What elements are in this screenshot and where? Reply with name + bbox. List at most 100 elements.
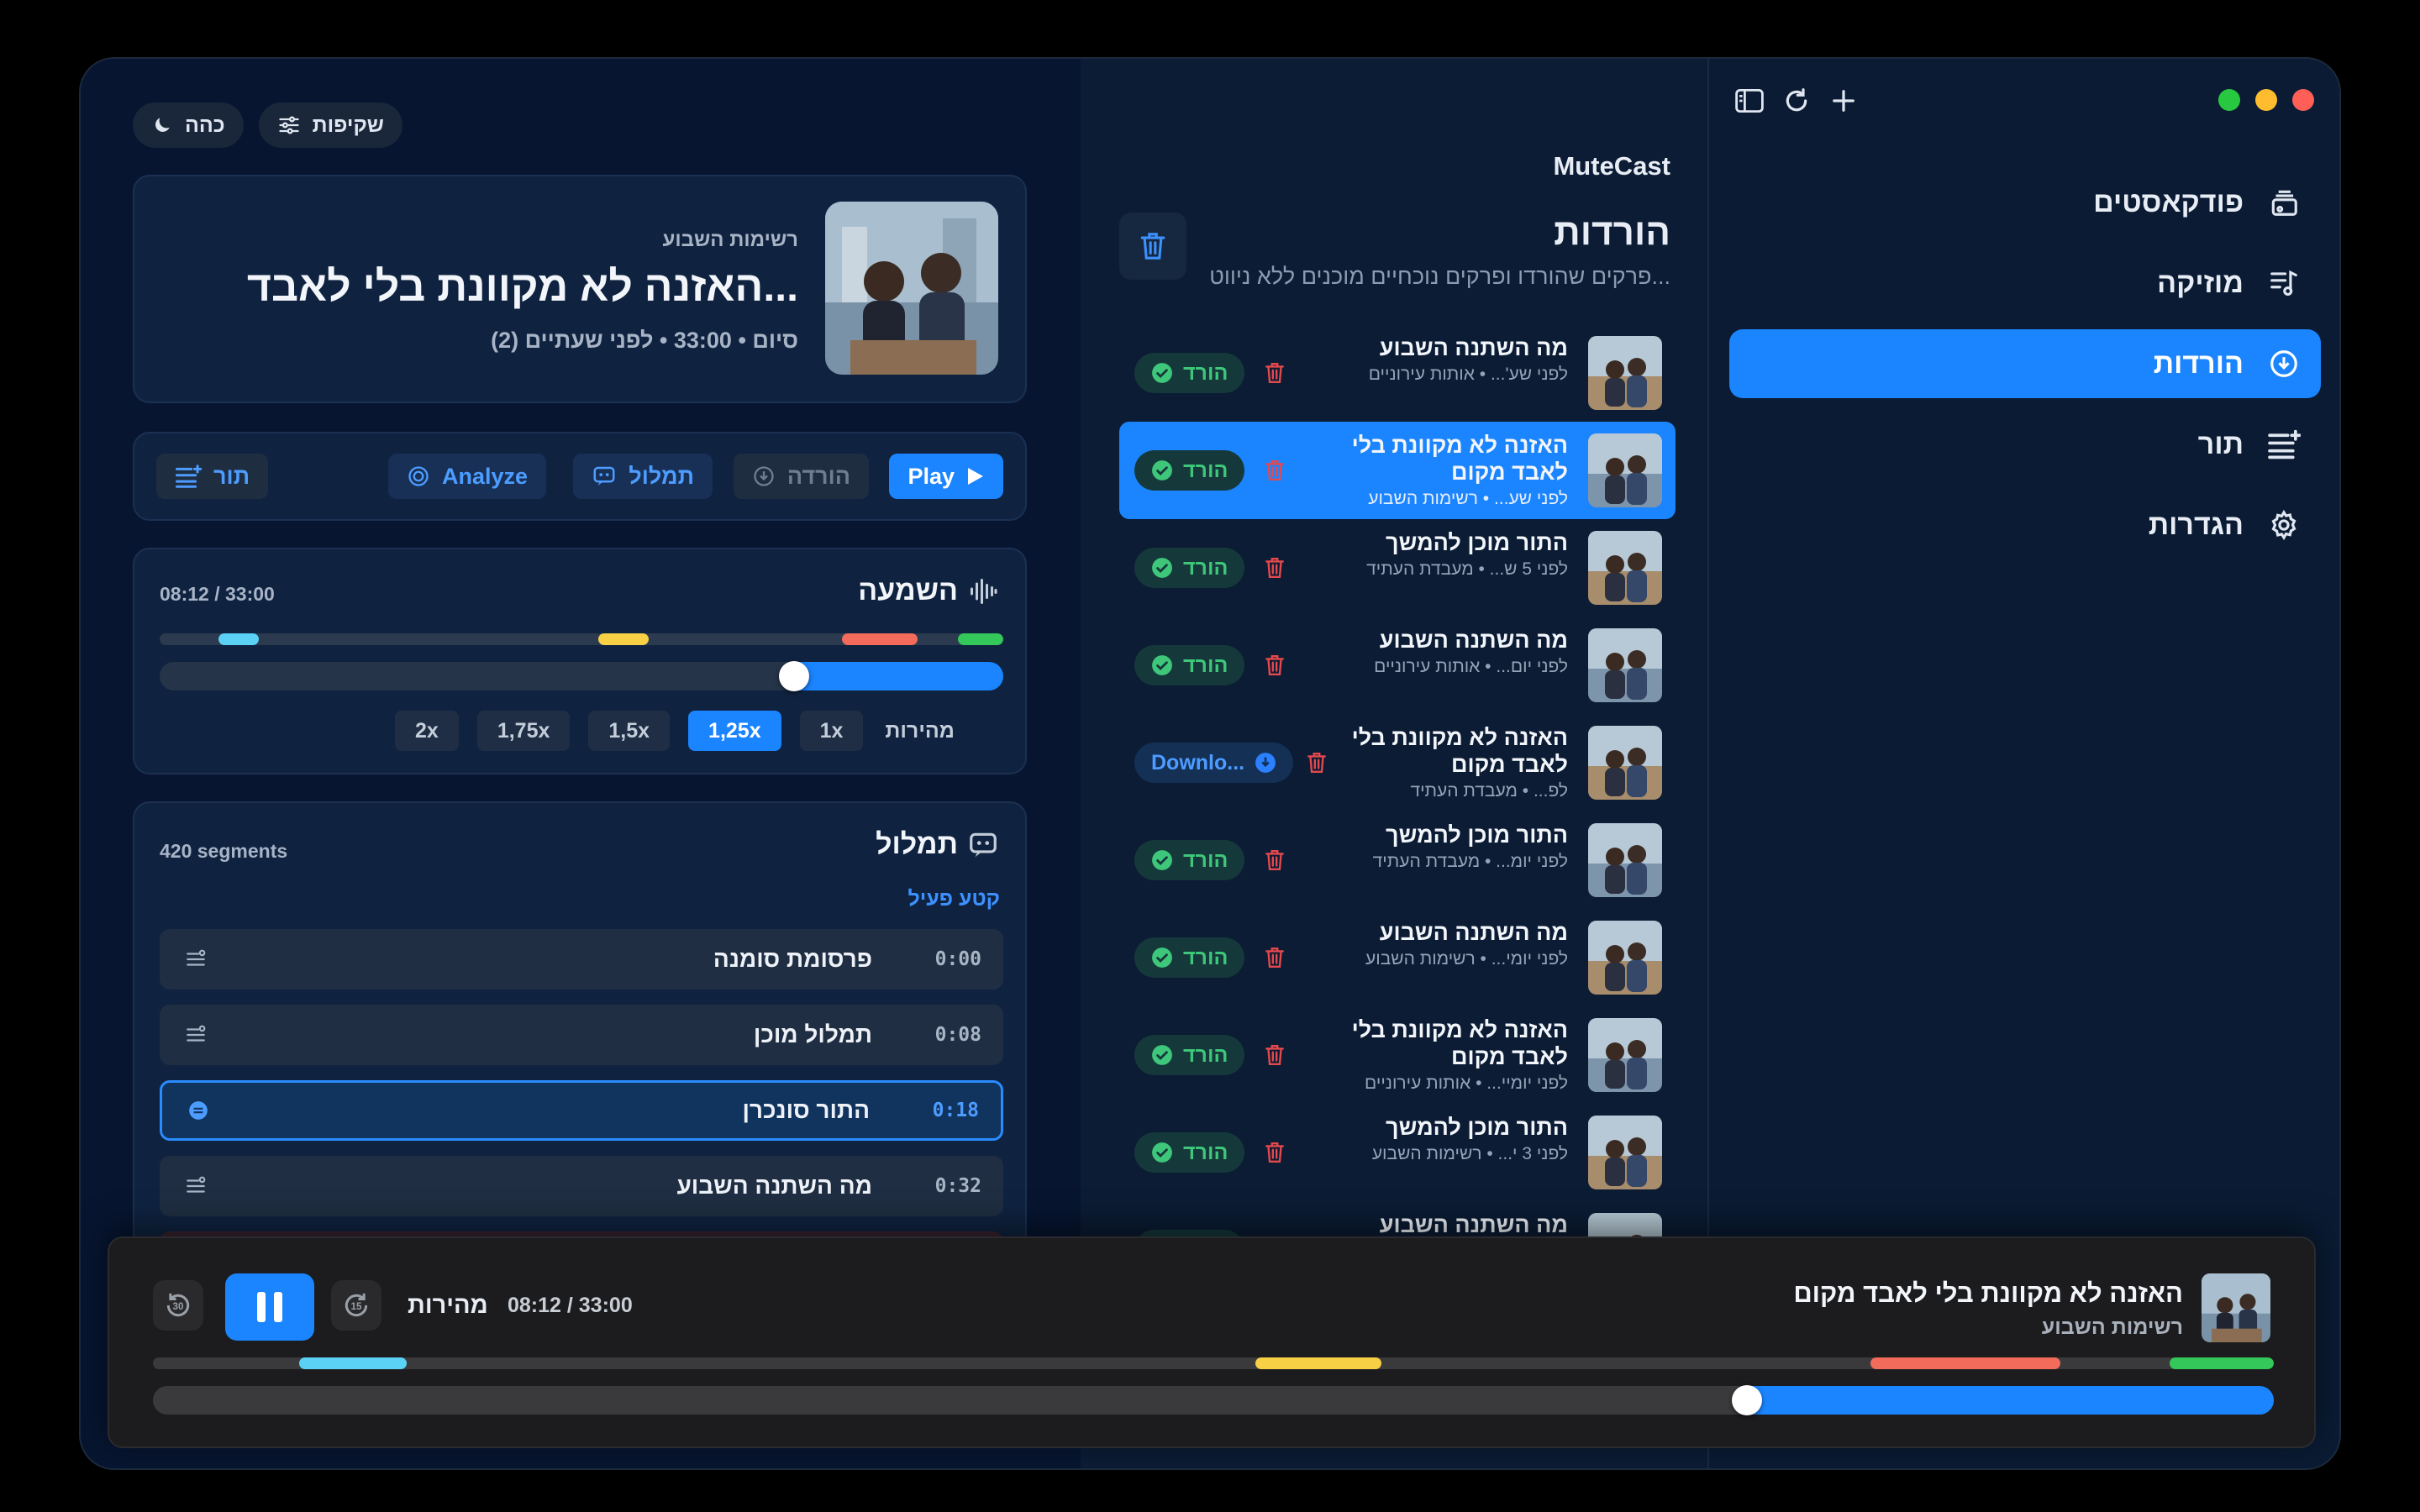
segment-time: 0:32 <box>934 1175 981 1197</box>
row-delete-button[interactable] <box>1260 943 1289 972</box>
download-row[interactable]: האזנה לא מקוונת בלי לאבד מקום לפ... • מעב… <box>1119 714 1676 811</box>
speed-1-25x[interactable]: 1,25x <box>688 711 781 751</box>
skip-forward-button[interactable]: 15 <box>331 1280 381 1331</box>
sidebar-item-settings[interactable]: הגדרות <box>1729 491 2321 559</box>
trash-icon <box>1307 752 1326 774</box>
downloaded-label: הורד <box>1183 653 1228 677</box>
skip-back-label: 30 <box>173 1301 184 1312</box>
download-row[interactable]: התור מוכן להמשך לפני 3 י... • רשימות השבו… <box>1119 1104 1676 1201</box>
segment-marker <box>598 633 649 645</box>
toggle-sidebar-button[interactable] <box>1734 86 1765 116</box>
download-row[interactable]: מה השתנה השבוע לפני יומי... • רשימות השבו… <box>1119 909 1676 1006</box>
sidebar-icon <box>1735 89 1764 113</box>
speed-1-75x[interactable]: 1,75x <box>476 711 571 751</box>
row-text: התור מוכן להמשך לפני 3 י... • רשימות השבו… <box>1324 1114 1568 1164</box>
download-label: הורדה <box>786 463 850 489</box>
listening-scrubber[interactable] <box>160 662 1003 690</box>
sidebar-item-downloads[interactable]: הורדות <box>1729 329 2321 398</box>
transcript-segment[interactable]: 0:32 מה השתנה השבוע <box>160 1156 1003 1216</box>
row-meta: לפני שע'... • אותות עירוניים <box>1368 365 1568 384</box>
trash-icon <box>1265 459 1284 481</box>
minimize-window-button[interactable] <box>2255 89 2277 111</box>
player-speed-button[interactable]: מהירות <box>408 1292 488 1320</box>
check-circle-icon <box>1152 558 1172 578</box>
download-circle-icon <box>754 466 774 486</box>
download-row[interactable]: האזנה לא מקוונת בלי לאבד מקום לפני שע... … <box>1119 422 1676 519</box>
row-meta: לפני 3 י... • רשימות השבוע <box>1371 1144 1568 1163</box>
segment-marker <box>1870 1357 2060 1369</box>
add-button[interactable] <box>1828 86 1859 116</box>
skip-forward-15-icon: 15 <box>345 1293 368 1317</box>
playing-dot-icon <box>189 1101 208 1120</box>
row-text: מה השתנה השבוע לפני יומי... • רשימות השבו… <box>1324 919 1568 969</box>
trash-icon <box>1265 654 1284 676</box>
player-scrubber[interactable] <box>153 1386 2274 1415</box>
active-segment-link[interactable]: קטע פעיל <box>908 887 1000 911</box>
dark-mode-chip[interactable]: כהה <box>133 102 244 148</box>
speed-selector: 2x 1,75x 1,5x 1,25x 1x מהירות <box>395 711 955 751</box>
speed-2x[interactable]: 2x <box>395 711 459 751</box>
check-circle-icon <box>1152 1142 1172 1163</box>
speed-1x[interactable]: 1x <box>799 711 864 751</box>
zoom-window-button[interactable] <box>2218 89 2240 111</box>
sidebar-item-podcasts[interactable]: פודקאסטים <box>1729 168 2321 237</box>
segment-menu-icon <box>187 1176 206 1193</box>
close-window-button[interactable] <box>2292 89 2314 111</box>
transcript-button[interactable]: תמלול <box>573 454 713 499</box>
sidebar-item-music[interactable]: מוזיקה <box>1729 249 2321 318</box>
pause-button[interactable] <box>225 1273 314 1341</box>
downloaded-label: הורד <box>1183 1140 1228 1164</box>
row-meta: לפ... • מעבדת העתיד <box>1410 781 1568 801</box>
skip-back-button[interactable]: 30 <box>153 1280 203 1331</box>
transcript-segment[interactable]: 0:08 תמלול מוכן <box>160 1005 1003 1065</box>
downloaded-label: הורד <box>1183 848 1228 872</box>
music-icon <box>2267 266 2301 300</box>
row-delete-button[interactable] <box>1260 359 1289 387</box>
sidebar-item-label: תור <box>2197 428 2244 460</box>
download-row[interactable]: התור מוכן להמשך לפני 5 ש... • מעבדת העתיד… <box>1119 519 1676 617</box>
row-delete-button[interactable] <box>1260 1138 1289 1167</box>
queue-button[interactable]: תור <box>156 454 269 499</box>
downloaded-label: הורד <box>1183 360 1228 385</box>
transparency-chip[interactable]: שקיפות <box>258 102 402 148</box>
row-delete-button[interactable] <box>1260 456 1289 485</box>
moon-icon <box>155 118 170 132</box>
player-segment-markers <box>153 1357 2274 1369</box>
check-circle-icon <box>1152 363 1172 383</box>
download-row[interactable]: מה השתנה השבוע לפני יום... • אותות עירוני… <box>1119 617 1676 714</box>
speed-1-5x[interactable]: 1,5x <box>588 711 671 751</box>
refresh-button[interactable] <box>1781 86 1812 116</box>
scrubber-knob[interactable] <box>779 661 809 691</box>
check-circle-icon <box>1152 948 1172 968</box>
analyze-button[interactable]: Analyze <box>387 454 546 499</box>
downloaded-badge: הורד <box>1134 1132 1245 1173</box>
row-meta: לפני יומי... • רשימות השבוע <box>1365 949 1568 969</box>
check-circle-icon <box>1152 850 1172 870</box>
player-scrubber-knob[interactable] <box>1732 1385 1762 1415</box>
row-delete-button[interactable] <box>1302 748 1331 777</box>
row-delete-button[interactable] <box>1260 651 1289 680</box>
download-button[interactable]: הורדה <box>733 454 869 499</box>
sidebar-item-queue[interactable]: תור <box>1729 410 2321 479</box>
downloading-label: Downlo... <box>1151 750 1245 774</box>
downloaded-badge: הורד <box>1134 1035 1245 1075</box>
listening-time: 08:12 / 33:00 <box>160 583 275 605</box>
play-button[interactable]: Play <box>889 454 1003 499</box>
transcript-title: תמלול <box>876 828 958 860</box>
refresh-icon <box>1786 88 1807 112</box>
row-delete-button[interactable] <box>1260 1041 1289 1069</box>
transcript-segment-active[interactable]: 0:18 התור סונכרן <box>160 1080 1003 1141</box>
delete-all-button[interactable] <box>1119 213 1186 280</box>
downloading-badge[interactable]: Downlo... <box>1134 743 1294 783</box>
download-row[interactable]: האזנה לא מקוונת בלי לאבד מקום לפני יומיי.… <box>1119 1006 1676 1104</box>
row-text: האזנה לא מקוונת בלי לאבד מקום לפ... • מעב… <box>1324 724 1568 801</box>
listening-title: השמעה <box>858 575 958 606</box>
download-row[interactable]: התור מוכן להמשך לפני יומ... • מעבדת העתיד… <box>1119 811 1676 909</box>
queue-add-icon <box>175 465 202 488</box>
row-delete-button[interactable] <box>1260 846 1289 874</box>
download-row[interactable]: מה השתנה השבוע לפני שע'... • אותות עירוני… <box>1119 324 1676 422</box>
transcript-segment[interactable]: 0:00 פרסומת סומנה <box>160 929 1003 990</box>
row-meta: לפני יומ... • מעבדת העתיד <box>1372 852 1568 871</box>
row-delete-button[interactable] <box>1260 554 1289 582</box>
trash-icon <box>1265 849 1284 871</box>
